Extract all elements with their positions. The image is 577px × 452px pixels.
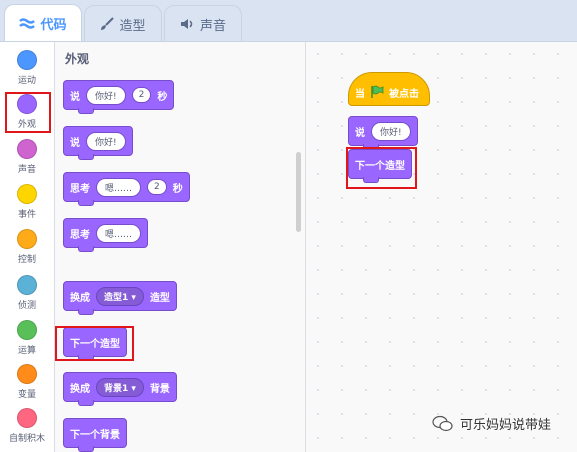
tab-costumes[interactable]: 造型 [84,5,162,42]
block-keyword: 当 [355,88,365,100]
switch-backdrop-block[interactable]: 换成 背景1 ▾ 背景 [63,372,177,406]
chevron-down-icon: ▾ [131,383,136,394]
category-operators[interactable]: 运算 [0,320,54,356]
tab-sounds-label: 声音 [199,18,226,34]
category-label: 侦测 [17,301,36,311]
costume-dropdown-value: 造型1 [104,292,129,303]
block-keyword: 秒 [172,183,183,195]
secs-input[interactable]: 2 [131,87,152,103]
category-motion-dot [17,50,37,70]
editor-tab-bar: 代码 造型 声音 [0,0,577,42]
block-keyword: 秒 [157,91,168,103]
tab-sounds[interactable]: 声音 [164,5,242,42]
script-next-costume-highlight [346,147,417,189]
think-block[interactable]: 思考 嗯…… [63,218,149,252]
category-label: 变量 [17,390,36,400]
block-keyword: 换成 [70,383,90,395]
think-text-input[interactable]: 嗯…… [96,223,142,243]
script-say-block[interactable]: 说 你好! [348,116,418,150]
looks-category-highlight [5,92,51,133]
block-keyword: 下一个背景 [70,429,120,441]
block-keyword: 被点击 [389,88,419,100]
category-sensing[interactable]: 侦测 [0,275,54,311]
block-keyword: 背景 [149,383,170,395]
brush-icon [101,17,115,30]
category-motion[interactable]: 运动 [0,50,54,86]
say-block[interactable]: 说 你好! [63,126,133,160]
category-variables[interactable]: 变量 [0,364,54,400]
category-label: 控制 [17,255,36,265]
block-keyword: 造型 [149,292,170,304]
watermark-text: 可乐妈妈说带娃 [460,418,552,433]
next-costume-highlight [55,326,134,361]
think-text-input[interactable]: 嗯…… [96,177,142,197]
category-operators-dot [17,320,37,340]
think-for-secs-block[interactable]: 思考 嗯…… 2 秒 [63,172,190,206]
category-sensing-dot [17,275,37,295]
category-label: 运动 [17,76,36,86]
backdrop-dropdown-value: 背景1 [104,383,129,394]
code-workspace: 运动 外观 声音 事件 控制 侦测 运算 变量 自制积木 外观 说 你好! 2 … [0,41,577,452]
script-area[interactable]: 当 被点击 说 你好! 下一个造型 [306,42,577,452]
say-text-input[interactable]: 你好! [86,85,126,105]
tab-costumes-label: 造型 [119,18,146,34]
category-sound-dot [17,139,37,159]
say-text-input[interactable]: 你好! [371,121,411,141]
category-my-blocks[interactable]: 自制积木 [0,408,54,444]
block-palette: 外观 说 你好! 2 秒 说 你好! 思考 嗯…… 2 秒 思考 嗯…… 换成 … [55,42,306,452]
backdrop-dropdown[interactable]: 背景1 ▾ [96,377,144,397]
speaker-icon [180,19,193,29]
switch-costume-block[interactable]: 换成 造型1 ▾ 造型 [63,281,177,315]
block-keyword: 说 [70,137,80,149]
category-events-dot [17,184,37,204]
say-text-input[interactable]: 你好! [86,131,126,151]
category-sound[interactable]: 声音 [0,139,54,175]
category-label: 自制积木 [8,434,45,444]
block-keyword: 说 [355,127,365,139]
watermark: 可乐妈妈说带娃 [432,414,551,433]
category-label: 声音 [17,165,36,175]
block-keyword: 思考 [70,183,90,195]
category-my-blocks-dot [17,408,37,428]
tab-code-label: 代码 [40,18,67,33]
block-keyword: 思考 [70,229,90,241]
tab-code[interactable]: 代码 [4,4,82,42]
chevron-down-icon: ▾ [131,292,136,303]
green-flag-icon [371,85,384,98]
category-events[interactable]: 事件 [0,184,54,220]
block-keyword: 换成 [70,292,90,304]
category-label: 运算 [17,346,36,356]
category-control-dot [17,229,37,249]
category-label: 事件 [17,210,36,220]
next-backdrop-block[interactable]: 下一个背景 [63,418,127,452]
category-control[interactable]: 控制 [0,229,54,265]
code-icon [19,17,36,29]
say-for-secs-block[interactable]: 说 你好! 2 秒 [63,80,175,114]
secs-input[interactable]: 2 [147,179,167,195]
category-variables-dot [17,364,37,384]
palette-scrollbar[interactable] [296,152,301,232]
palette-section-title: 外观 [65,52,90,66]
when-flag-clicked-block[interactable]: 当 被点击 [348,72,430,106]
block-keyword: 说 [70,91,80,103]
costume-dropdown[interactable]: 造型1 ▾ [96,286,144,306]
wechat-icon [432,415,453,431]
